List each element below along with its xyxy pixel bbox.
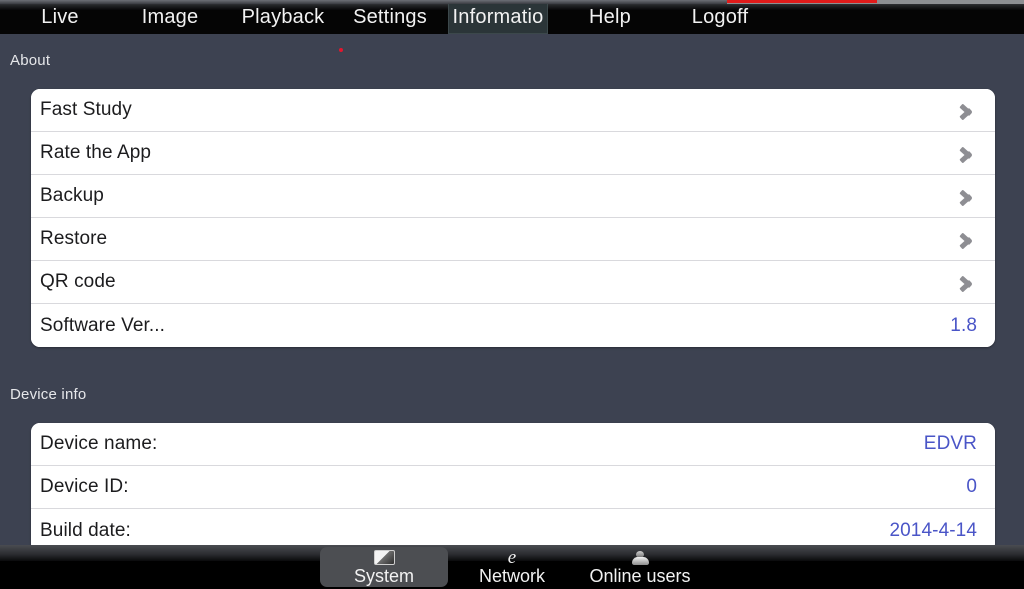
list-item-label: QR code — [40, 271, 116, 292]
list-item[interactable]: Device ID: 0 — [31, 466, 995, 509]
chevron-right-icon[interactable] — [960, 99, 975, 121]
list-item-label: Build date: — [40, 519, 131, 541]
chevron-right-icon[interactable] — [960, 271, 975, 293]
list-item[interactable]: Software Ver... 1.8 — [31, 304, 995, 347]
tab-network[interactable]: e Network — [452, 547, 572, 587]
menu-item-settings[interactable]: Settings — [338, 0, 442, 34]
menu-item-help[interactable]: Help — [560, 0, 660, 34]
tab-label: Online users — [589, 566, 691, 586]
list-item-label: Device ID: — [40, 476, 129, 497]
top-strip-red-indicator — [727, 0, 877, 3]
users-icon — [631, 550, 649, 565]
chevron-right-icon[interactable] — [960, 228, 975, 250]
top-menu-bar: Live Image Playback Settings Informatio Help L… — [0, 0, 1024, 34]
list-item-label: Restore — [40, 228, 108, 249]
list-item-value: 2014-4-14 — [889, 519, 977, 541]
tab-icon-wrapper — [320, 549, 448, 566]
chevron-right-icon[interactable] — [960, 142, 975, 164]
list-item[interactable]: Rate the App — [31, 132, 995, 175]
list-item-label: Rate the App — [40, 142, 152, 163]
list-item-label: Fast Study — [40, 99, 132, 120]
tab-icon-wrapper — [576, 549, 704, 566]
notification-dot — [339, 48, 343, 52]
list-item-value: EDVR — [923, 433, 977, 454]
tab-online-users[interactable]: Online users — [576, 547, 704, 587]
chevron-right-icon[interactable] — [960, 185, 975, 207]
device-info-section-label: Device info — [10, 386, 87, 403]
device-info-list-card: Device name: EDVR Device ID: 0 Build date: 20… — [31, 423, 995, 552]
top-status-strip — [0, 0, 1024, 4]
menu-item-playback[interactable]: Playback — [228, 0, 338, 34]
tab-label: System — [353, 566, 414, 586]
bottom-tab-bar: System e Network Online users — [0, 545, 1024, 589]
about-list-card: Fast Study Rate the App Backup Restore QR co… — [31, 89, 995, 347]
menu-item-image[interactable]: Image — [120, 0, 220, 34]
menu-item-informatio[interactable]: Informatio — [448, 0, 548, 34]
list-item[interactable]: Fast Study — [31, 89, 995, 132]
tab-system[interactable]: System — [320, 547, 448, 587]
list-item-label: Software Ver... — [40, 314, 166, 336]
monitor-icon — [373, 550, 395, 566]
globe-e-icon: e — [507, 546, 517, 568]
list-item-value: 0 — [966, 476, 977, 497]
list-item[interactable]: QR code — [31, 261, 995, 304]
menu-item-logoff[interactable]: Logoff — [668, 0, 772, 34]
about-section-label: About — [10, 52, 51, 69]
list-item[interactable]: Backup — [31, 175, 995, 218]
list-item-label: Device name: — [40, 433, 158, 454]
list-item[interactable]: Restore — [31, 218, 995, 261]
list-item[interactable]: Device name: EDVR — [31, 423, 995, 466]
top-strip-track — [0, 0, 727, 4]
main-content: About Fast Study Rate the App Backup Restor… — [0, 34, 1024, 552]
tab-label: Network — [478, 566, 545, 586]
tab-icon-wrapper: e — [452, 546, 572, 568]
menu-item-live[interactable]: Live — [10, 0, 110, 34]
list-item-label: Backup — [40, 185, 104, 206]
list-item-value: 1.8 — [950, 314, 977, 336]
